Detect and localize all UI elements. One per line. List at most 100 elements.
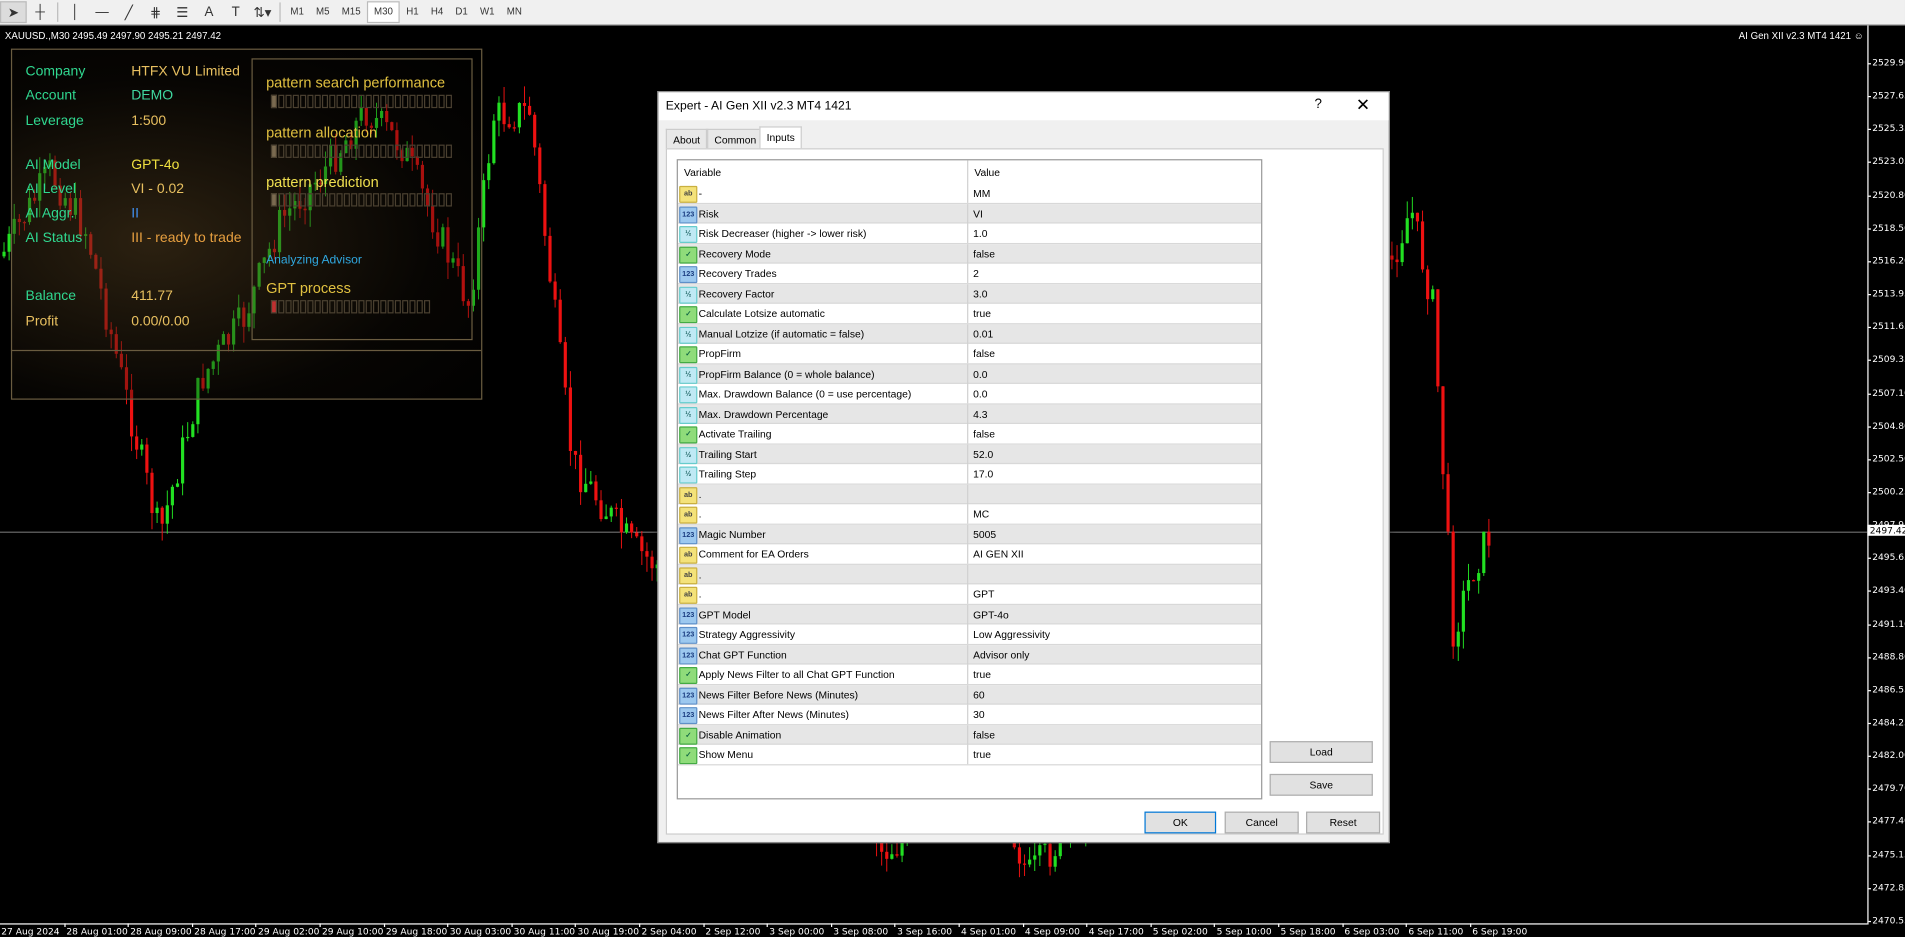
variable-value[interactable]: MC xyxy=(967,504,989,524)
input-row[interactable]: ab. xyxy=(677,484,1262,505)
timeframe-m15[interactable]: M15 xyxy=(336,1,367,23)
text-label-icon[interactable]: T xyxy=(222,1,249,23)
candle xyxy=(543,180,547,246)
tab-common[interactable]: Common xyxy=(707,128,764,150)
fibonacci-icon[interactable]: ⋕ xyxy=(142,1,169,23)
input-row[interactable]: ½ Max. Drawdown Balance (0 = use percenta… xyxy=(677,383,1262,404)
variable-value[interactable]: GPT xyxy=(967,584,994,604)
input-row[interactable]: ✓ Calculate Lotsize automatic true xyxy=(677,303,1262,324)
variable-value[interactable] xyxy=(967,484,973,504)
variable-value[interactable]: 4.3 xyxy=(967,403,988,424)
variable-value[interactable]: 0.01 xyxy=(967,323,993,344)
fibo-fan-icon[interactable]: ☰ xyxy=(169,1,196,23)
reset-button[interactable]: Reset xyxy=(1306,811,1381,834)
variable-value[interactable]: 3.0 xyxy=(967,283,988,304)
input-row[interactable]: ✓ Disable Animation false xyxy=(677,724,1262,745)
timeframe-m5[interactable]: M5 xyxy=(310,1,336,23)
price-axis[interactable]: 2529.90 2527.65 2525.35 2523.05 2520.80 2518.… xyxy=(1867,25,1905,926)
column-header-variable[interactable]: Variable xyxy=(684,162,721,185)
column-header-value[interactable]: Value xyxy=(974,162,1000,185)
dialog-title-bar[interactable]: Expert - AI Gen XII v2.3 MT4 1421 ? ✕ xyxy=(658,92,1389,121)
variable-value[interactable]: GPT-4o xyxy=(967,604,1009,624)
timeframe-h4[interactable]: H4 xyxy=(425,1,450,23)
variable-value[interactable]: false xyxy=(967,243,995,264)
input-row[interactable]: ½ Recovery Factor 3.0 xyxy=(677,283,1262,304)
input-row[interactable]: ½ PropFirm Balance (0 = whole balance) 0.0 xyxy=(677,363,1262,384)
timeframe-w1[interactable]: W1 xyxy=(474,1,501,23)
input-row[interactable]: 123 Chat GPT Function Advisor only xyxy=(677,644,1262,665)
input-row[interactable]: 123 Risk VI xyxy=(677,203,1262,224)
timeframe-mn[interactable]: MN xyxy=(501,1,528,23)
input-row[interactable]: ✓ Show Menu true xyxy=(677,744,1262,765)
input-row[interactable]: ab. GPT xyxy=(677,584,1262,605)
trendline-icon[interactable]: ╱ xyxy=(115,1,142,23)
tab-about[interactable]: About xyxy=(665,128,708,150)
input-row[interactable]: ab. MC xyxy=(677,504,1262,525)
tab-inputs[interactable]: Inputs xyxy=(759,126,803,151)
info-label: AI Status xyxy=(25,230,83,246)
input-row[interactable]: ab. xyxy=(677,564,1262,585)
input-row[interactable]: 123 Strategy Aggressivity Low Aggressivity xyxy=(677,624,1262,645)
input-row[interactable]: 123 Recovery Trades 2 xyxy=(677,263,1262,284)
variable-value[interactable]: AI GEN XII xyxy=(967,544,1024,564)
input-row[interactable]: 123 Magic Number 5005 xyxy=(677,524,1262,545)
variable-value[interactable]: VI xyxy=(967,203,983,223)
variable-value[interactable]: 17.0 xyxy=(967,464,993,484)
input-row[interactable]: ½ Manual Lotzize (if automatic = false) 0.… xyxy=(677,323,1262,344)
input-row[interactable]: ✓ Recovery Mode false xyxy=(677,243,1262,264)
timeframe-m30[interactable]: M30 xyxy=(366,1,401,24)
variable-value[interactable]: MM xyxy=(967,183,990,203)
input-row[interactable]: 123 GPT Model GPT-4o xyxy=(677,604,1262,625)
timeframe-m1[interactable]: M1 xyxy=(284,1,310,23)
timeframe-h1[interactable]: H1 xyxy=(400,1,425,23)
load-button[interactable]: Load xyxy=(1269,741,1373,763)
input-row[interactable]: ½ Risk Decreaser (higher -> lower risk) 1.… xyxy=(677,223,1262,244)
variable-value[interactable]: false xyxy=(967,724,995,745)
input-row[interactable]: ½ Trailing Step 17.0 xyxy=(677,464,1262,485)
variable-value[interactable]: true xyxy=(967,303,991,324)
save-button[interactable]: Save xyxy=(1269,773,1373,796)
price-tick-label: 2486.55 xyxy=(1868,684,1905,695)
variable-value[interactable]: false xyxy=(967,424,995,444)
variable-value[interactable]: 5005 xyxy=(967,524,996,544)
variable-value[interactable]: true xyxy=(967,664,991,684)
input-row[interactable]: ½ Max. Drawdown Percentage 4.3 xyxy=(677,403,1262,425)
variable-value[interactable]: 1.0 xyxy=(967,223,988,243)
timeframe-d1[interactable]: D1 xyxy=(449,1,474,23)
cursor-icon[interactable]: ➤ xyxy=(0,1,27,24)
progress-cell xyxy=(321,193,329,207)
input-row[interactable]: 123 News Filter Before News (Minutes) 60 xyxy=(677,684,1262,705)
input-row[interactable]: ½ Trailing Start 52.0 xyxy=(677,444,1262,465)
vertical-line-icon[interactable]: │ xyxy=(62,1,89,23)
cancel-button[interactable]: Cancel xyxy=(1224,811,1299,834)
variable-value[interactable]: 0.0 xyxy=(967,363,988,384)
text-icon[interactable]: A xyxy=(196,1,223,23)
input-row[interactable]: ab Comment for EA Orders AI GEN XII xyxy=(677,544,1262,565)
candle xyxy=(890,844,894,860)
arrows-icon[interactable]: ⇅▾ xyxy=(249,1,276,23)
variable-value[interactable]: Advisor only xyxy=(967,644,1029,664)
variable-value[interactable]: 60 xyxy=(967,684,985,705)
ok-button[interactable]: OK xyxy=(1144,811,1217,834)
close-button[interactable]: ✕ xyxy=(1356,95,1370,116)
variable-value[interactable]: true xyxy=(967,744,991,765)
progress-cell xyxy=(343,300,350,314)
variable-value[interactable]: false xyxy=(967,343,995,364)
input-row[interactable]: ✓ Apply News Filter to all Chat GPT Funct… xyxy=(677,664,1262,685)
variable-value[interactable]: 0.0 xyxy=(967,383,988,404)
input-row[interactable]: ab - MM xyxy=(677,183,1262,204)
input-row[interactable]: ✓ Activate Trailing false xyxy=(677,424,1262,445)
candle xyxy=(573,450,578,470)
variable-value[interactable]: Low Aggressivity xyxy=(967,624,1050,644)
variable-value[interactable]: 30 xyxy=(967,704,985,725)
input-row[interactable]: ✓ PropFirm false xyxy=(677,343,1262,364)
variable-value[interactable] xyxy=(967,564,973,584)
horizontal-line-icon[interactable]: — xyxy=(89,1,116,23)
crosshair-icon[interactable]: ┼ xyxy=(27,1,54,23)
input-row[interactable]: 123 News Filter After News (Minutes) 30 xyxy=(677,704,1262,725)
variable-value[interactable]: 2 xyxy=(967,263,979,284)
info-label: AI Aggr. xyxy=(25,206,75,222)
inputs-table[interactable]: Variable Value ab - MM 123 Risk VI ½ Risk Decr… xyxy=(676,159,1263,800)
variable-value[interactable]: 52.0 xyxy=(967,444,993,464)
help-button[interactable]: ? xyxy=(1315,97,1322,112)
